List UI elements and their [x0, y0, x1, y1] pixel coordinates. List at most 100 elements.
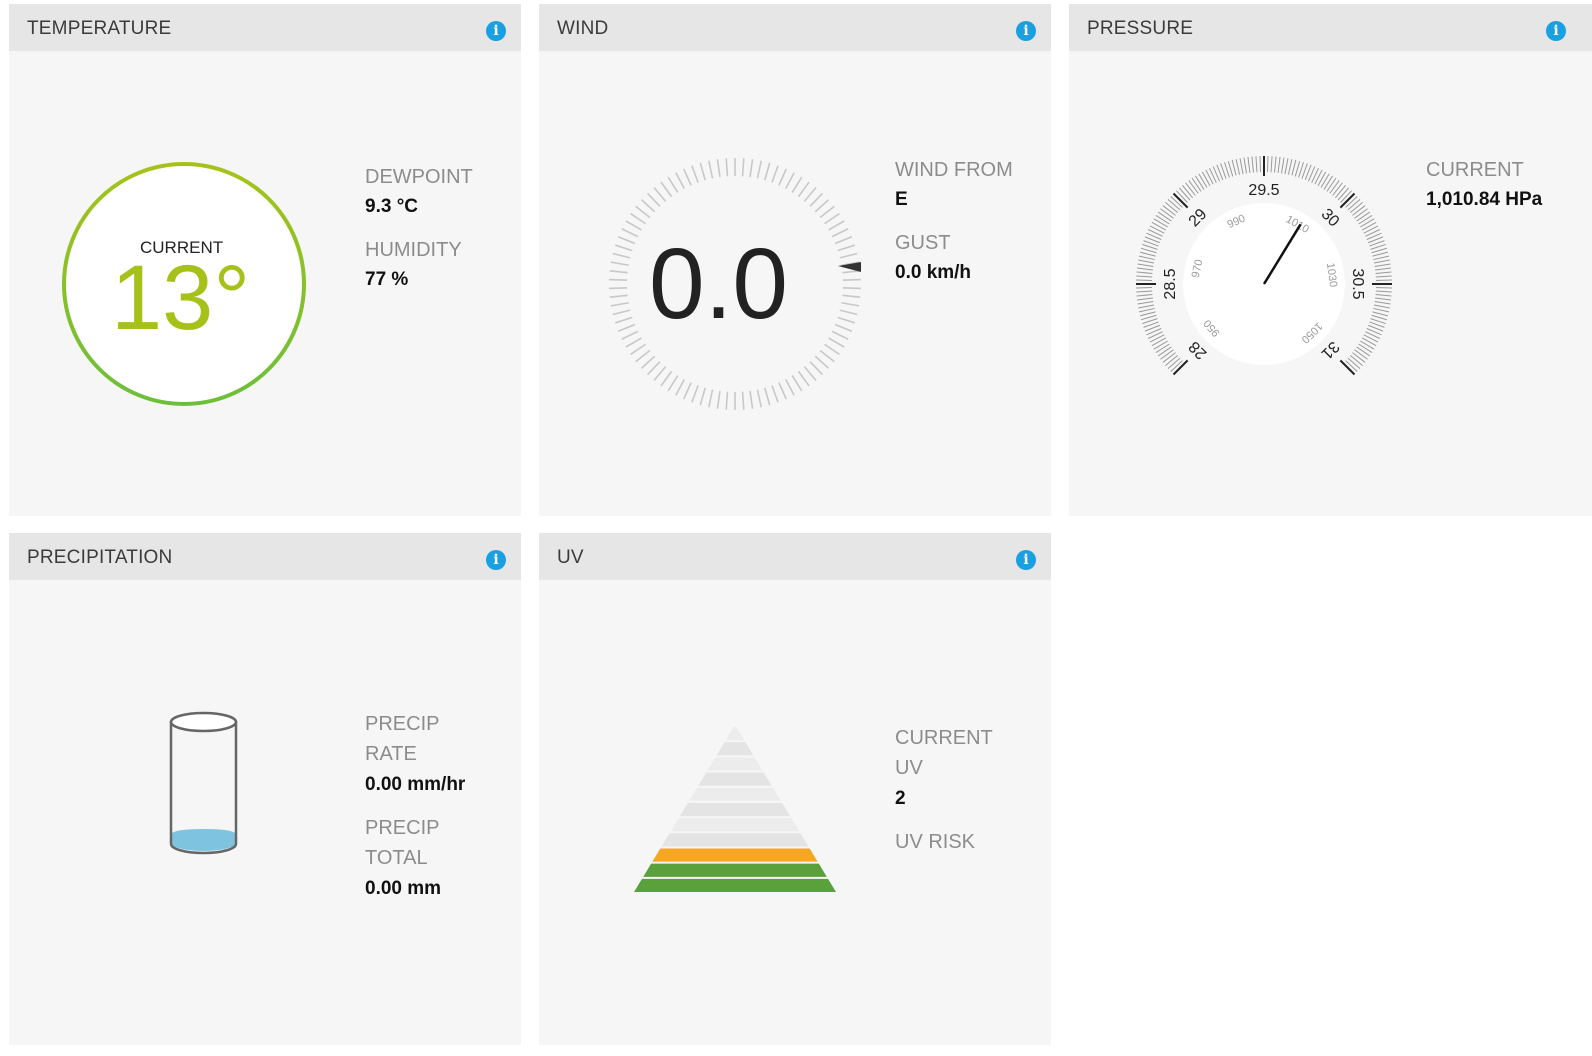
- compass-tick: [609, 294, 628, 298]
- uv-level: [689, 787, 781, 801]
- pressure-tick: [1198, 173, 1208, 188]
- pressure-current-value: 1,010.84 HPa: [1426, 189, 1543, 210]
- pressure-tick: [1136, 290, 1153, 293]
- compass-tick: [841, 301, 860, 307]
- pressure-tick: [1354, 208, 1368, 219]
- precip-total-label-2: TOTAL: [365, 847, 428, 869]
- compass-tick: [614, 316, 633, 324]
- compass-tick: [741, 391, 745, 410]
- compass-tick: [778, 168, 787, 186]
- pressure-outer-label: 28.5: [1162, 268, 1179, 299]
- compass-tick: [708, 160, 714, 179]
- compass-tick: [842, 294, 861, 298]
- compass-tick: [653, 366, 667, 382]
- uv-level: [698, 772, 772, 786]
- compass-tick: [708, 389, 714, 408]
- wind-from-label: WIND FROM: [895, 159, 1013, 181]
- compass-tick: [839, 252, 858, 259]
- compass-tick: [612, 309, 631, 316]
- compass-tick: [803, 186, 817, 202]
- pressure-tick: [1165, 202, 1179, 213]
- pressure-card: PRESSURE i 28 28.5 29 29.5 30 30.5 31 950 970 99…: [1069, 4, 1592, 516]
- compass-tick: [667, 176, 679, 193]
- pressure-tick: [1136, 287, 1153, 289]
- compass-tick: [675, 172, 686, 190]
- pressure-tick: [1349, 202, 1363, 213]
- pressure-tick: [1157, 211, 1172, 222]
- compass-tick: [828, 220, 845, 231]
- pressure-tick: [1373, 259, 1390, 264]
- pressure-outer-label: 29: [1186, 206, 1211, 231]
- compass-tick: [756, 160, 762, 179]
- pressure-tick: [1361, 337, 1377, 347]
- gust-value: 0.0 km/h: [895, 262, 972, 283]
- pressure-outer-label: 31: [1318, 338, 1343, 363]
- pressure-tick: [1167, 198, 1181, 211]
- compass-tick: [630, 343, 646, 356]
- pressure-tick: [1281, 157, 1285, 174]
- compass-tick: [784, 172, 795, 190]
- compass-tick: [834, 323, 853, 332]
- compass-tick: [763, 387, 771, 406]
- dewpoint-label: DEWPOINT: [365, 166, 473, 188]
- pressure-tick: [1138, 255, 1155, 261]
- pressure-tick: [1155, 343, 1170, 354]
- precip-total-value: 0.00 mm: [365, 878, 442, 899]
- pressure-tick: [1136, 279, 1153, 281]
- compass-tick: [819, 205, 835, 219]
- precip-rate-label-2: RATE: [365, 743, 417, 765]
- pressure-outer-label: 29.5: [1248, 182, 1279, 199]
- pressure-tick: [1155, 214, 1170, 225]
- pressure-tick: [1139, 311, 1156, 317]
- temperature-current-value: 13°: [111, 247, 251, 349]
- pressure-tick: [1347, 198, 1361, 211]
- pressure-tick: [1162, 205, 1176, 216]
- compass-tick: [625, 337, 642, 348]
- uv-level: [634, 878, 836, 892]
- pressure-tick: [1371, 247, 1388, 254]
- pressure-tick: [1375, 279, 1392, 281]
- compass-tick: [749, 390, 754, 409]
- compass-tick: [609, 270, 628, 274]
- pressure-tick: [1137, 301, 1154, 305]
- compass-tick: [824, 343, 840, 356]
- compass-tick: [797, 370, 810, 387]
- compass-tick: [617, 236, 636, 245]
- uv-level: [661, 833, 809, 847]
- pressure-tick: [1375, 294, 1392, 297]
- pressure-tick: [1151, 337, 1167, 347]
- compass-tick: [809, 192, 824, 207]
- pressure-tick: [1375, 275, 1392, 278]
- compass-tick: [842, 286, 861, 290]
- compass-tick: [771, 385, 779, 403]
- compass-tick: [831, 330, 849, 340]
- compass-tick: [614, 244, 633, 252]
- pressure-tick: [1247, 156, 1251, 173]
- pressure-tick: [1375, 290, 1392, 293]
- humidity-value: 77 %: [365, 269, 409, 290]
- pressure-tick: [1320, 173, 1330, 188]
- wind-speed-value: 0.0: [649, 228, 789, 340]
- pressure-tick: [1162, 352, 1176, 363]
- pressure-tick: [1205, 169, 1214, 185]
- pressure-tick: [1372, 311, 1389, 317]
- pressure-gauge: 2828.52929.53030.531 950970990 1010103010…: [1136, 156, 1392, 376]
- precip-rate-label-1: PRECIP: [365, 713, 440, 735]
- pressure-tick: [1185, 182, 1196, 196]
- compass-tick: [625, 220, 642, 231]
- pressure-tick: [1243, 157, 1247, 174]
- pressure-tick: [1136, 294, 1153, 297]
- compass-tick: [621, 228, 639, 238]
- compass-tick: [612, 252, 631, 259]
- pressure-tick: [1352, 205, 1366, 216]
- pressure-tick: [1371, 314, 1388, 321]
- pressure-tick: [1363, 334, 1379, 343]
- compass-tick: [824, 212, 840, 225]
- precipitation-card: PRECIPITATION i PRECIP RATE 0.00 mm/hr P…: [9, 533, 521, 1045]
- pressure-tick: [1373, 307, 1390, 313]
- pressure-tick: [1332, 182, 1343, 196]
- compass-tick: [716, 159, 721, 178]
- compass-tick: [610, 261, 629, 267]
- pressure-tick: [1138, 259, 1155, 264]
- pressure-tick: [1291, 159, 1297, 176]
